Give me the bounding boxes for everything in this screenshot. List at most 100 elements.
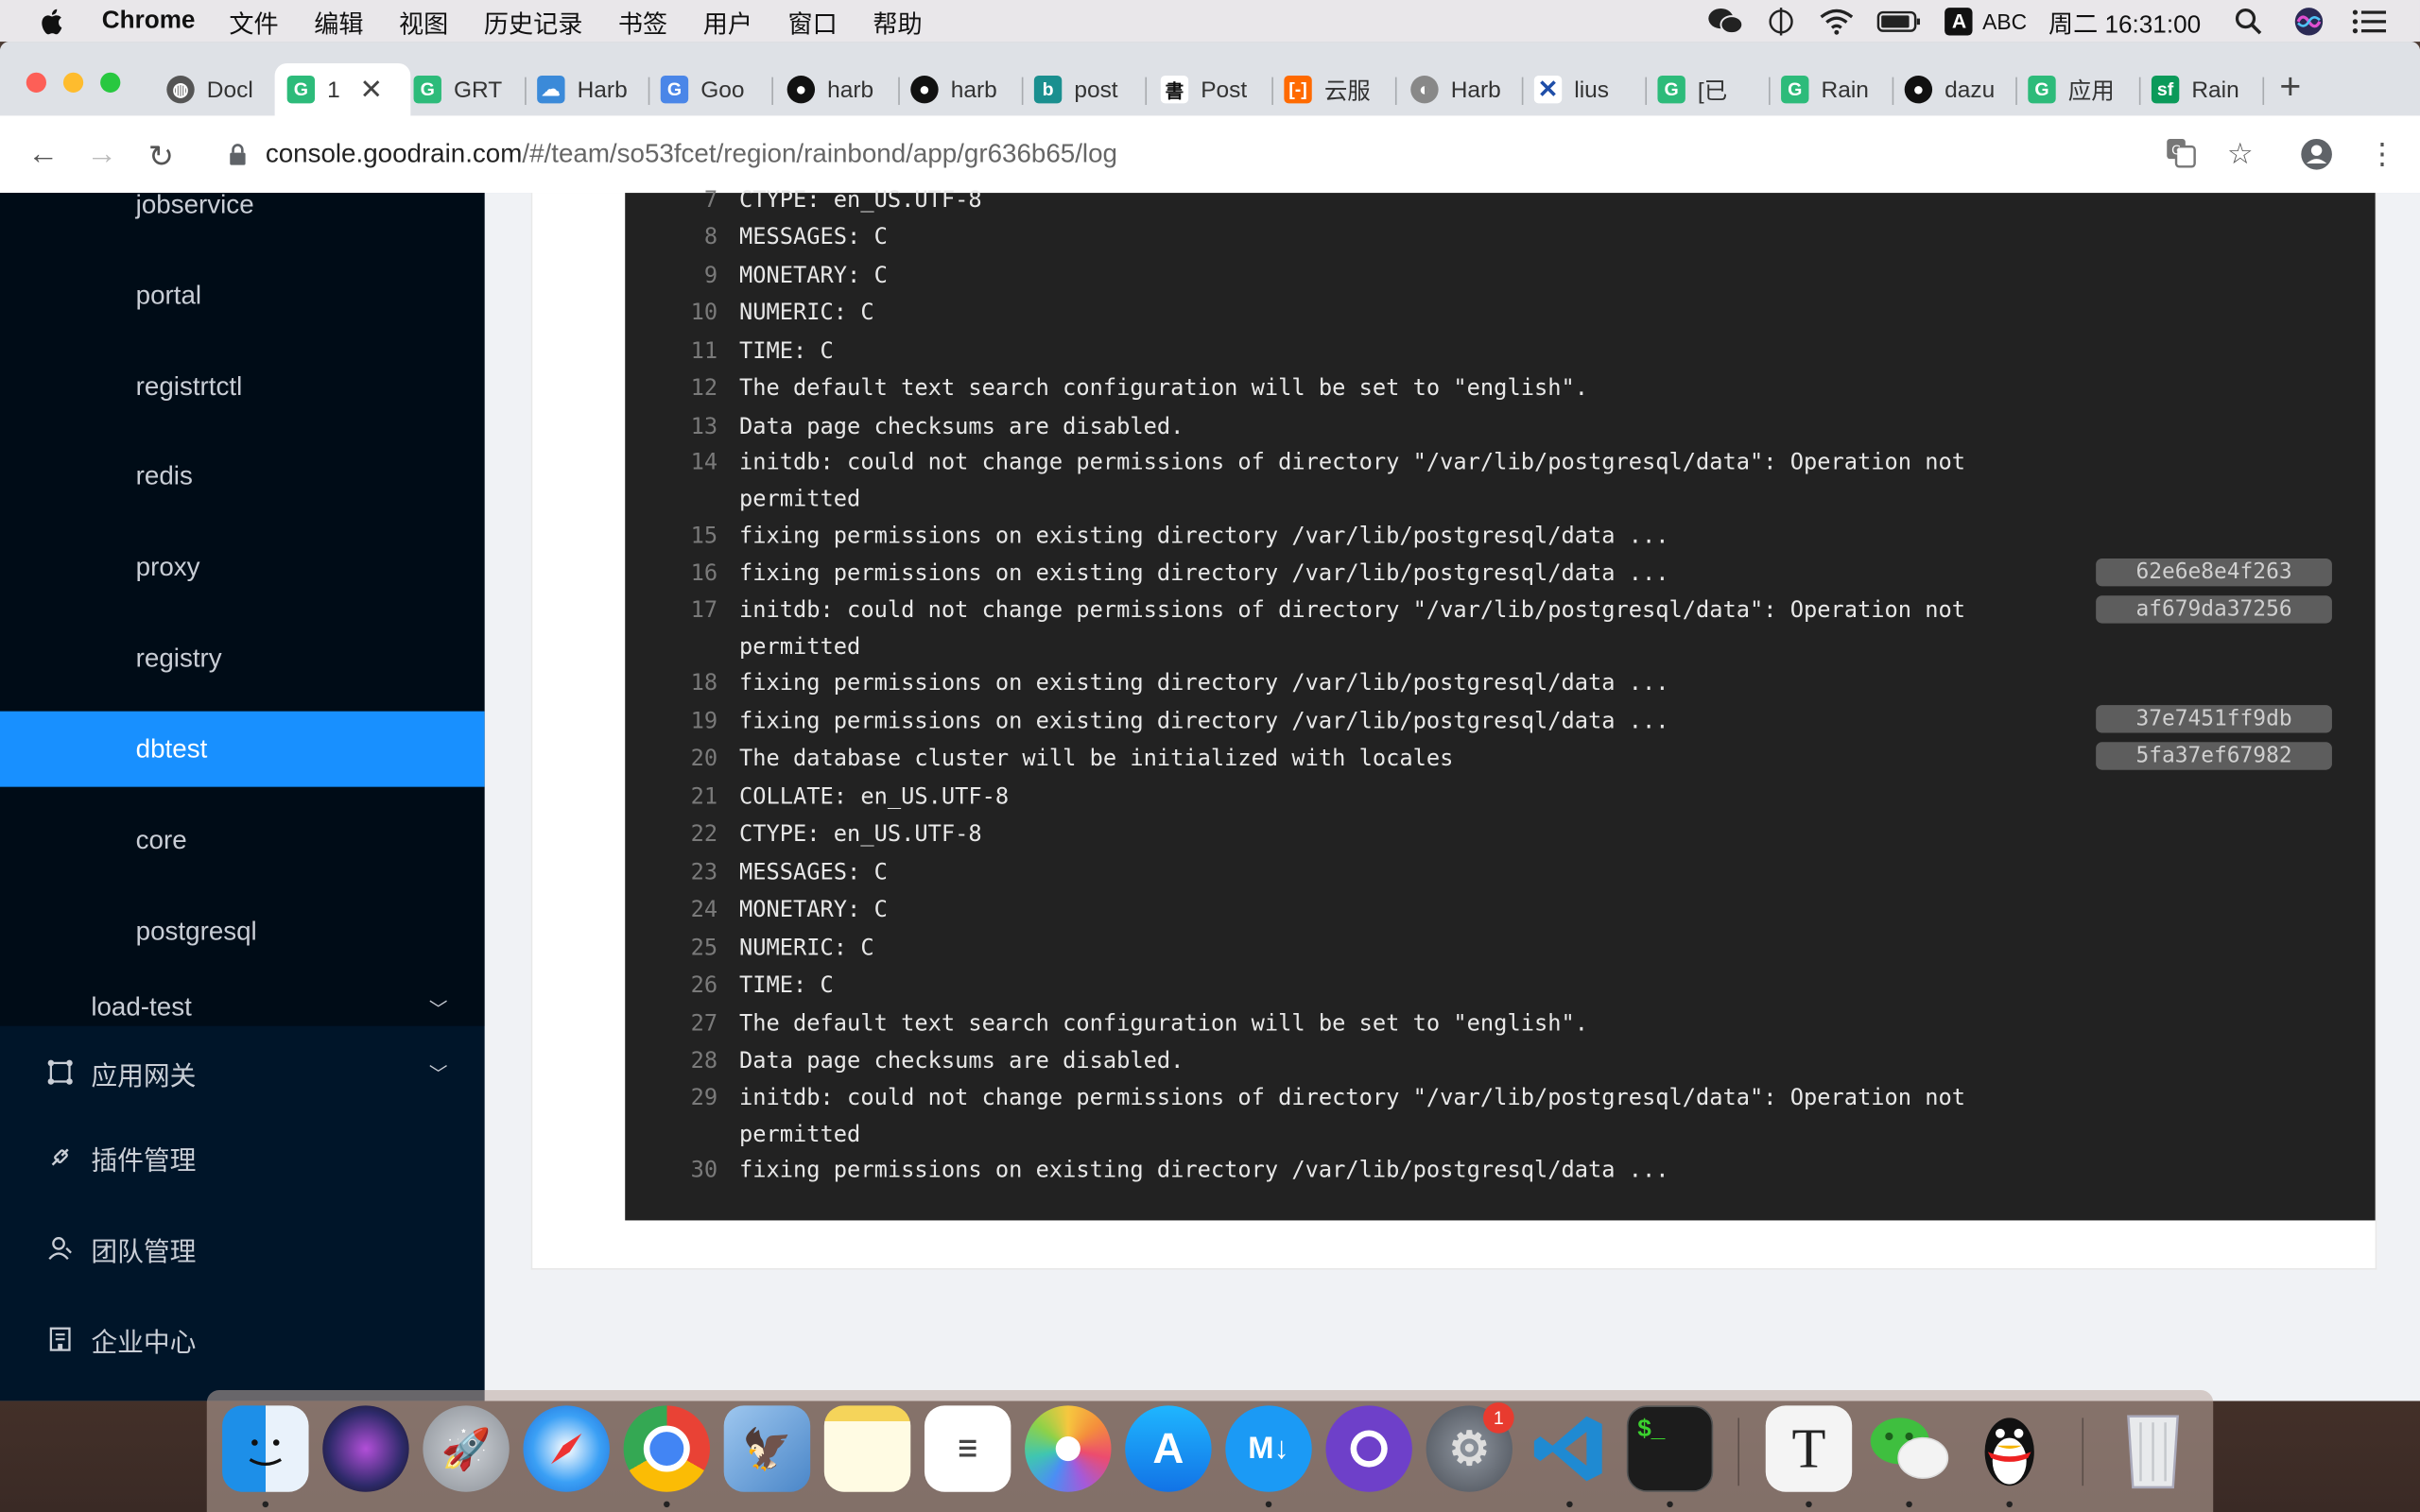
gateway-icon [47,1059,73,1085]
tab-lius[interactable]: ✕ lius [1533,63,1648,116]
container-id-badge[interactable]: 37e7451ff9db [2096,705,2332,733]
tab-github-harbor-1[interactable]: ● harb [786,63,900,116]
menu-edit[interactable]: 编辑 [314,2,363,39]
container-id-badge[interactable]: 62e6e8e4f263 [2096,558,2332,587]
line-text: MESSAGES: C [739,225,888,250]
tab-harbor-2[interactable]: ◐ Harb [1410,63,1524,116]
tab-jianshu-post[interactable]: 書 Post [1160,63,1273,116]
log-viewer[interactable]: 7 CTYPE: en_US.UTF-8 8 MESSAGES: C 9 MONETA… [625,188,2376,1221]
tab-github-harbor-2[interactable]: ● harb [910,63,1024,116]
sidebar-item-registrtctl[interactable]: registrtctl [0,349,485,424]
translate-icon[interactable]: G [2166,137,2197,177]
new-tab-button[interactable]: + [2279,66,2301,110]
menu-bookmarks[interactable]: 书签 [618,2,667,39]
tab-grt[interactable]: G GRT [410,63,527,116]
menu-people[interactable]: 用户 [703,2,752,39]
finder-icon[interactable] [222,1405,309,1492]
typora-icon[interactable]: T [1765,1405,1853,1492]
keyboard-layout-icon[interactable]: A [1945,7,1974,35]
bookmark-star-icon[interactable]: ☆ [2227,137,2254,173]
spotlight-search-icon[interactable] [2235,7,2262,34]
vscode-icon[interactable] [1527,1405,1613,1491]
mail-eagle-icon[interactable]: 🦅 [723,1405,811,1492]
line-number: 23 [690,861,718,886]
app-store-icon[interactable]: A [1125,1405,1212,1492]
back-arrow-icon[interactable]: ← [27,137,59,173]
notification-center-icon[interactable] [2352,9,2387,33]
tab-segmentfault-rain[interactable]: sf Rain [2151,63,2265,116]
sidebar-item-postgresql[interactable]: postgresql [0,893,485,969]
close-tab-icon[interactable]: ✕ [359,74,383,106]
tab-google-translate[interactable]: G Goo [660,63,773,116]
trash-icon[interactable] [2110,1405,2196,1491]
container-id-badge[interactable]: af679da37256 [2096,595,2332,624]
tab-github-dazu[interactable]: ● dazu [1904,63,2017,116]
line-text: TIME: C [739,339,834,365]
minimize-window-button[interactable] [62,72,84,93]
sidebar-item-portal[interactable]: portal [0,258,485,334]
sidebar-item-redis[interactable]: redis [0,438,485,514]
sidebar-group-gateway[interactable]: 应用网关 ﹀ [0,1034,485,1111]
menu-window[interactable]: 窗口 [788,2,838,39]
sidebar-item-registry[interactable]: registry [0,620,485,696]
container-id-badge[interactable]: 5fa37ef67982 [2096,742,2332,770]
sidebar-group-enterprise[interactable]: 企业中心 [0,1300,485,1378]
forward-arrow-icon[interactable]: → [86,137,117,173]
reminders-icon[interactable]: ☰ [924,1405,1011,1492]
wechat-app-icon[interactable] [1866,1405,1952,1491]
apple-logo-icon[interactable] [37,6,68,37]
tab-bing-post[interactable]: b post [1033,63,1148,116]
siri-app-icon[interactable] [322,1405,409,1492]
battery-icon[interactable] [1877,9,1924,33]
chrome-app-icon[interactable] [623,1405,711,1492]
sidebar-group-load-test[interactable]: load-test ﹀ [0,992,485,1029]
line-number: 26 [690,973,718,999]
close-window-button[interactable] [26,72,46,93]
menu-file[interactable]: 文件 [229,2,278,39]
line-text: fixing permissions on existing directory… [739,710,1669,735]
sidebar-group-label: load-test [91,991,192,1022]
markdown-editor-icon[interactable]: M↓ [1225,1405,1312,1492]
launchpad-rocket-icon[interactable]: 🚀 [423,1405,510,1492]
sidebar-item-jobservice[interactable]: jobservice [0,193,485,242]
sidebar-item-label: registrtctl [135,370,243,401]
tab-label: Post [1201,76,1248,103]
tab-rainbond-1[interactable]: G Rain [1781,63,1894,116]
sidebar-group-plugins[interactable]: 插件管理 [0,1119,485,1196]
zoom-window-button[interactable] [100,72,121,93]
tab-harbor-1[interactable]: ☁ Harb [537,63,650,116]
wifi-icon[interactable] [1819,7,1856,34]
sidebar-item-proxy[interactable]: proxy [0,529,485,605]
menu-view[interactable]: 视图 [399,2,448,39]
reload-icon[interactable]: ↻ [148,137,174,176]
menu-help[interactable]: 帮助 [873,2,922,39]
tab-docker[interactable]: ◍ Docl [154,63,280,116]
app-menu-chrome[interactable]: Chrome [102,7,196,34]
tab-app[interactable]: G 应用 [2028,63,2141,116]
line-text: The default text search configuration wi… [739,1012,1588,1038]
photos-icon[interactable] [1025,1405,1112,1492]
terminal-icon[interactable]: $_ [1626,1405,1714,1492]
sidebar-item-core[interactable]: core [0,802,485,878]
line-text: initdb: could not change permissions of … [739,450,1979,512]
tab-resolved[interactable]: G [已 [1657,63,1771,116]
goodrain-logo-icon: G [2028,75,2056,104]
sidebar-group-team[interactable]: 团队管理 [0,1210,485,1287]
menu-history[interactable]: 历史记录 [484,2,583,39]
tab-goodrain-active[interactable]: G 1 ✕ [274,62,411,116]
lock-icon[interactable] [229,144,248,165]
qq-penguin-icon[interactable] [1966,1405,2052,1491]
wechat-status-icon[interactable] [1707,6,1745,37]
address-bar[interactable]: console.goodrain.com/#/team/so53fcet/reg… [213,126,2282,182]
notes-icon[interactable] [823,1405,911,1492]
menubar-clock[interactable]: 周二 16:31:00 [2048,2,2201,39]
siri-icon[interactable] [2293,6,2325,37]
plug-icon [51,1148,69,1166]
chrome-menu-icon[interactable]: ⋮ [2367,137,2396,173]
profile-avatar-icon[interactable] [2300,137,2334,180]
input-method-status-icon[interactable] [1767,6,1798,37]
github-desktop-icon[interactable] [1325,1405,1412,1492]
sidebar-item-dbtest[interactable]: dbtest [0,711,485,787]
safari-compass-icon[interactable] [523,1405,610,1492]
tab-aliyun[interactable]: [-] 云服 [1284,63,1397,116]
